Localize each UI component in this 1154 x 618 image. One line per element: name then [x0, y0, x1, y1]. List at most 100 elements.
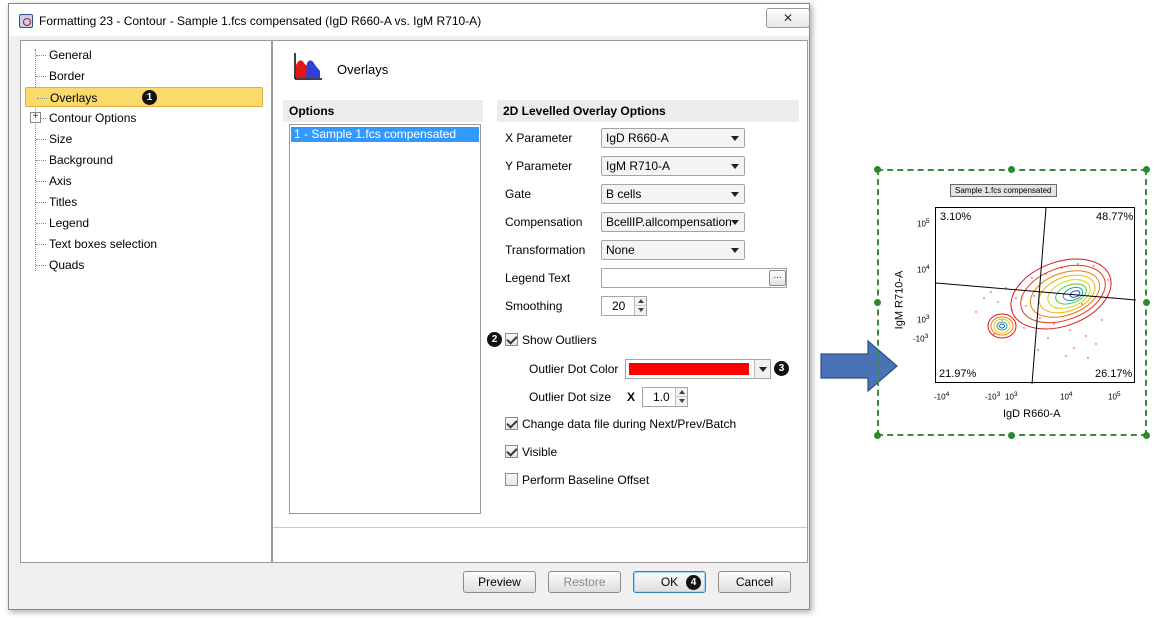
preview-button[interactable]: Preview: [463, 571, 536, 593]
y-tick-label: 105: [917, 218, 930, 229]
nav-item-overlays[interactable]: Overlays 1: [25, 87, 263, 107]
outlier-size-label: Outlier Dot size: [529, 390, 612, 404]
resize-handle[interactable]: [874, 432, 881, 439]
x-tick-label: 104: [1060, 391, 1073, 402]
stepper-up-icon[interactable]: [675, 388, 687, 397]
nav-item-text-boxes-selection[interactable]: Text boxes selection: [25, 234, 263, 254]
nav-item-background[interactable]: Background: [25, 150, 263, 170]
ok-button[interactable]: OK 4: [633, 571, 706, 593]
nav-item-axis[interactable]: Axis: [25, 171, 263, 191]
y-parameter-label: Y Parameter: [505, 159, 573, 173]
chevron-down-icon: [731, 220, 739, 225]
nav-item-titles[interactable]: Titles: [25, 192, 263, 212]
compensation-select[interactable]: BcellIP.allcompensation: [601, 212, 745, 232]
quad-bottom-left-pct: 21.97%: [939, 368, 977, 380]
quad-line-horizontal: [936, 282, 1136, 301]
quad-top-left-pct: 3.10%: [940, 211, 972, 223]
y-tick-label: 103: [917, 314, 930, 325]
smoothing-stepper[interactable]: 20: [601, 296, 647, 316]
title-bar[interactable]: Formatting 23 - Contour - Sample 1.fcs c…: [9, 4, 810, 36]
y-parameter-select[interactable]: IgM R710-A: [601, 156, 745, 176]
nav-item-border[interactable]: Border: [25, 66, 263, 86]
quad-bottom-right-pct: 26.17%: [1095, 368, 1133, 380]
chevron-down-icon: [731, 248, 739, 253]
resize-handle[interactable]: [1143, 299, 1150, 306]
chevron-down-icon: [731, 192, 739, 197]
options-list[interactable]: 1 - Sample 1.fcs compensated: [289, 124, 481, 514]
footer-divider: [273, 527, 807, 528]
cancel-button[interactable]: Cancel: [718, 571, 791, 593]
nav-item-contour-options[interactable]: + Contour Options: [25, 108, 263, 128]
contour-lines: [987, 258, 1112, 339]
x-axis-title: IgD R660-A: [1003, 408, 1061, 420]
nav-item-general[interactable]: General: [25, 45, 263, 65]
compensation-label: Compensation: [505, 215, 583, 229]
size-multiplier-label: X: [627, 390, 636, 404]
chevron-down-icon: [731, 136, 739, 141]
step-badge-2: 2: [487, 332, 502, 347]
expand-icon[interactable]: +: [30, 112, 41, 123]
stepper-down-icon[interactable]: [634, 306, 646, 315]
list-item[interactable]: 1 - Sample 1.fcs compensated: [291, 127, 479, 142]
step-badge-4: 4: [686, 575, 701, 590]
contour-plot: 3.10% 48.77% 21.97% 26.17%: [935, 207, 1136, 384]
legend-text-input[interactable]: [601, 268, 787, 288]
nav-item-quads[interactable]: Quads: [25, 255, 263, 275]
resize-handle[interactable]: [874, 166, 881, 173]
change-data-file-checkbox[interactable]: [505, 417, 518, 430]
outlier-color-picker[interactable]: [625, 359, 771, 379]
y-axis-title: IgM R710-A: [893, 270, 906, 330]
gate-label: Gate: [505, 187, 532, 201]
nav-item-legend[interactable]: Legend: [25, 213, 263, 233]
resize-handle[interactable]: [1008, 432, 1015, 439]
step-badge-1: 1: [142, 90, 157, 105]
app-icon: [19, 14, 33, 28]
window-title: Formatting 23 - Contour - Sample 1.fcs c…: [39, 14, 482, 28]
overlay-options-header: 2D Levelled Overlay Options: [497, 100, 799, 122]
resize-handle[interactable]: [1008, 166, 1015, 173]
outlier-size-stepper[interactable]: 1.0: [642, 387, 688, 407]
visible-label: Visible: [522, 445, 558, 459]
resize-handle[interactable]: [1143, 166, 1150, 173]
stepper-up-icon[interactable]: [634, 297, 646, 306]
outlier-dots: [975, 263, 1115, 359]
chevron-down-icon[interactable]: [754, 360, 770, 378]
x-parameter-select[interactable]: IgD R660-A: [601, 128, 745, 148]
chevron-down-icon: [731, 164, 739, 169]
quad-top-right-pct: 48.77%: [1096, 211, 1134, 223]
x-tick-label: -103: [985, 391, 1001, 402]
legend-text-label: Legend Text: [505, 271, 571, 285]
baseline-offset-label: Perform Baseline Offset: [522, 473, 650, 487]
x-tick-label: 105: [1108, 391, 1121, 402]
smoothing-label: Smoothing: [505, 299, 563, 313]
restore-button[interactable]: Restore: [548, 571, 621, 593]
y-tick-label: -103: [913, 333, 929, 344]
category-tree: General Border Overlays 1 + Contour Opti…: [20, 40, 272, 563]
step-badge-3: 3: [774, 361, 789, 376]
x-tick-label: -104: [934, 391, 950, 402]
x-tick-label: 103: [1005, 391, 1018, 402]
resize-handle[interactable]: [874, 299, 881, 306]
visible-checkbox[interactable]: [505, 445, 518, 458]
page-title: Overlays: [337, 62, 389, 77]
contour-graphic: [936, 208, 1136, 384]
baseline-offset-checkbox[interactable]: [505, 473, 518, 486]
nav-item-size[interactable]: Size: [25, 129, 263, 149]
resize-handle[interactable]: [1143, 432, 1150, 439]
plot-sample-label: Sample 1.fcs compensated: [950, 184, 1057, 197]
change-data-file-label: Change data file during Next/Prev/Batch: [522, 417, 737, 431]
overlays-icon: [294, 53, 322, 80]
transformation-select[interactable]: None: [601, 240, 745, 260]
y-tick-label: 104: [917, 264, 930, 275]
color-swatch: [629, 363, 749, 375]
show-outliers-checkbox[interactable]: [505, 333, 518, 346]
options-header: Options: [283, 100, 483, 122]
outlier-color-label: Outlier Dot Color: [529, 362, 619, 376]
close-button[interactable]: ✕: [766, 8, 810, 28]
legend-browse-button[interactable]: ...: [769, 270, 786, 286]
x-parameter-label: X Parameter: [505, 131, 573, 145]
gate-select[interactable]: B cells: [601, 184, 745, 204]
stepper-down-icon[interactable]: [675, 397, 687, 406]
overlays-panel: Overlays Options 2D Levelled Overlay Opt…: [272, 40, 808, 563]
transformation-label: Transformation: [505, 243, 586, 257]
